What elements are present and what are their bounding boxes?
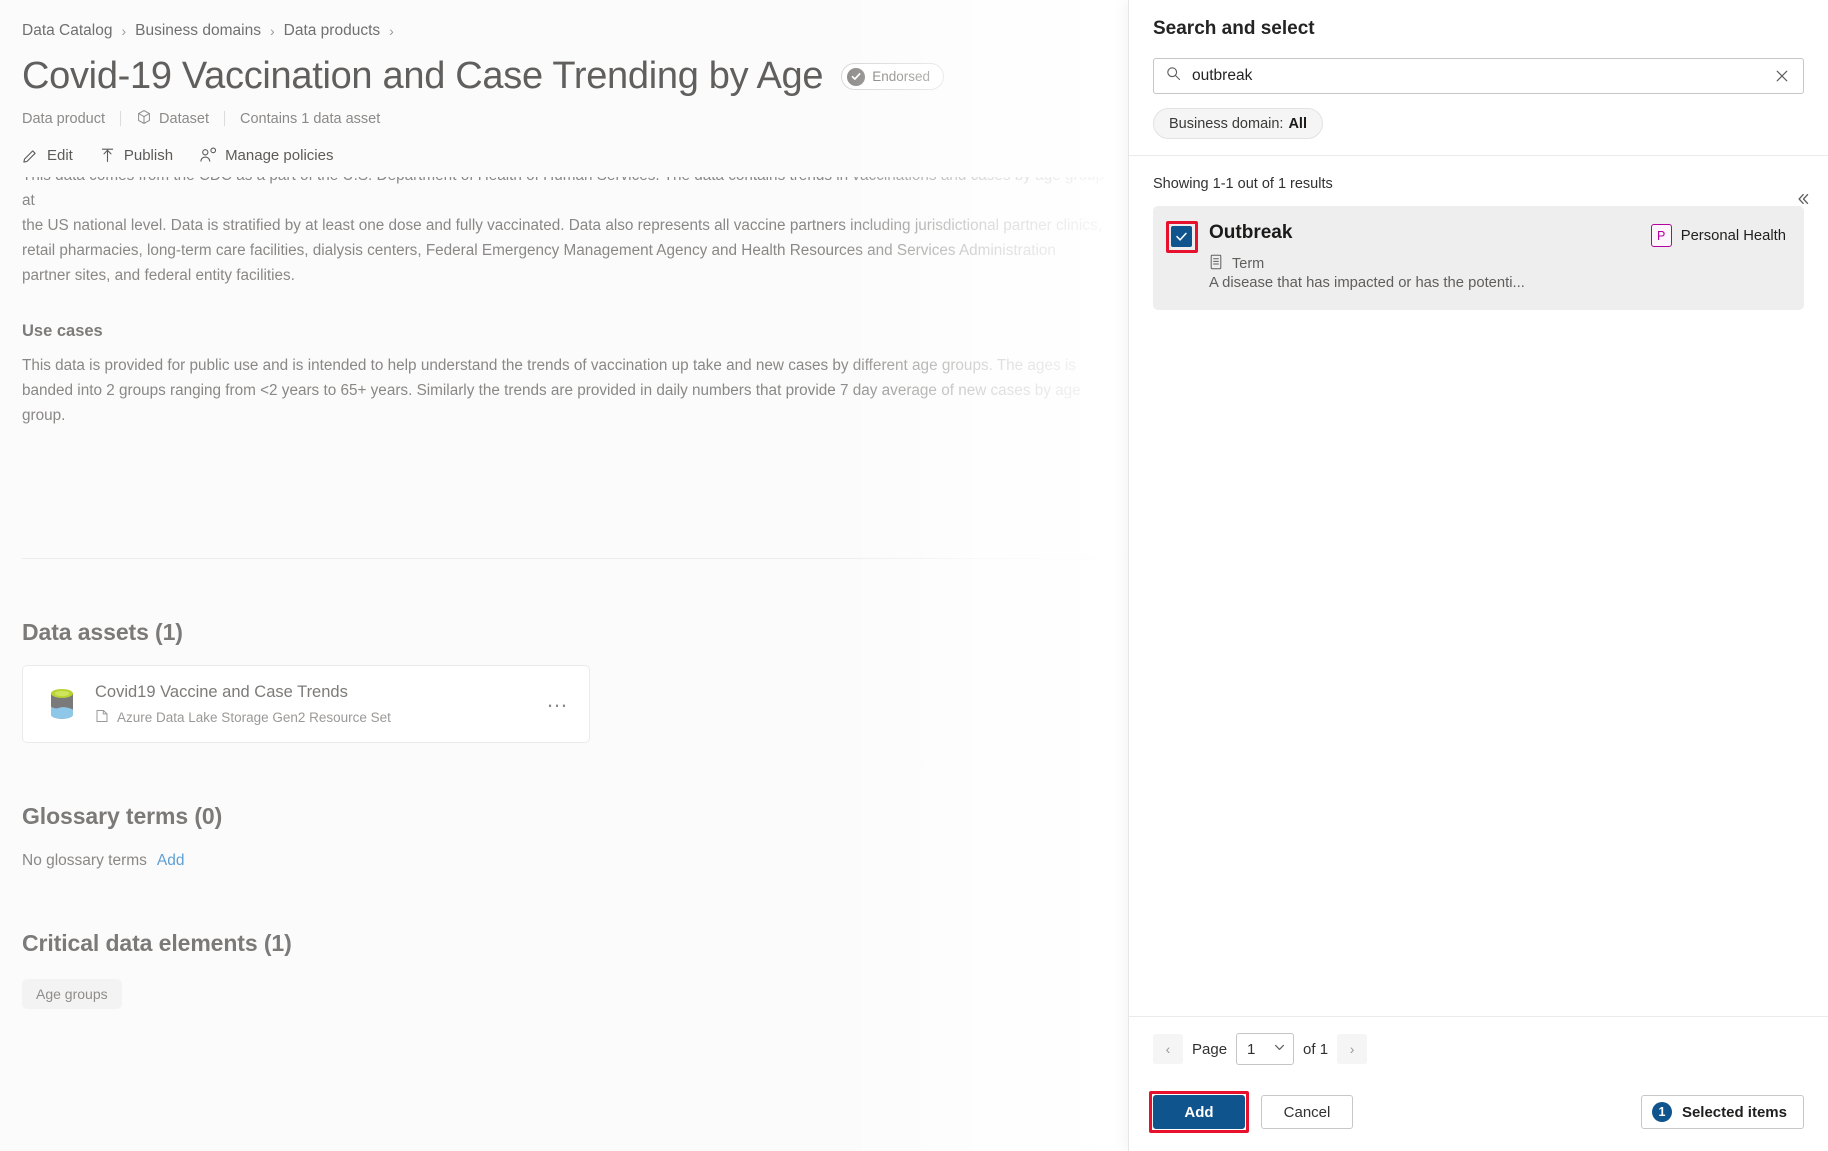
selected-count-badge: 1 (1651, 1102, 1672, 1122)
app-root: Data Catalog › Business domains › Data p… (0, 0, 1828, 1151)
meta-type-label: Dataset (159, 110, 210, 127)
publish-label: Publish (123, 146, 174, 164)
add-button-wrap: Add (1149, 1091, 1249, 1133)
command-bar: Edit Publish Manage policies (22, 147, 1106, 173)
previous-page-button[interactable]: ‹ (1153, 1034, 1183, 1064)
edit-button[interactable]: Edit (22, 147, 73, 164)
cancel-button[interactable]: Cancel (1261, 1095, 1353, 1129)
meta-kind: Data product (22, 111, 120, 127)
search-result-body: Outbreak P Personal Health Term A diseas… (1209, 222, 1786, 292)
search-result-description: A disease that has impacted or has the p… (1209, 275, 1525, 291)
domain-name-label: Personal Health (1680, 227, 1786, 244)
search-and-select-panel: Search and select Business domain: All S… (1128, 0, 1828, 1151)
critical-data-element-chip[interactable]: Age groups (22, 978, 122, 1009)
domain-initial-icon: P (1650, 224, 1672, 247)
panel-footer: ‹ Page 1 of 1 › Add Cancel 1 Selected it… (1129, 1016, 1828, 1151)
search-input[interactable] (1192, 67, 1771, 85)
search-box[interactable] (1153, 58, 1804, 94)
manage-policies-label: Manage policies (225, 146, 334, 164)
glossary-terms-heading: Glossary terms (0) (22, 802, 223, 829)
data-asset-source: Azure Data Lake Storage Gen2 Resource Se… (95, 709, 546, 726)
data-product-page: Data Catalog › Business domains › Data p… (0, 0, 1128, 1151)
endorsed-label: Endorsed (872, 69, 930, 85)
result-checkbox-wrap[interactable] (1166, 221, 1198, 253)
page-number-value: 1 (1247, 1040, 1256, 1058)
breadcrumb-separator-icon: › (389, 23, 394, 39)
data-asset-source-label: Azure Data Lake Storage Gen2 Resource Se… (117, 710, 391, 726)
breadcrumb-item-business-domains[interactable]: Business domains (135, 22, 261, 40)
selected-items-label: Selected items (1681, 1103, 1787, 1121)
page-meta: Data product Dataset Contains 1 data ass… (22, 109, 1106, 129)
result-domain-tag: P Personal Health (1650, 224, 1786, 247)
data-asset-body: Covid19 Vaccine and Case Trends Azure Da… (95, 682, 546, 726)
add-glossary-term-link[interactable]: Add (157, 852, 185, 870)
search-icon (1166, 66, 1181, 86)
page-number-select[interactable]: 1 (1236, 1033, 1295, 1065)
meta-kind-label: Data product (22, 110, 106, 127)
panel-header: Search and select Business domain: All (1129, 0, 1828, 155)
use-cases-text: This data is provided for public use and… (22, 356, 1081, 424)
page-label: Page (1192, 1040, 1228, 1058)
chevron-double-left-icon[interactable] (1792, 188, 1814, 210)
critical-data-elements-heading: Critical data elements (1) (22, 929, 292, 956)
pagination: ‹ Page 1 of 1 › (1129, 1016, 1828, 1081)
selected-items-button[interactable]: 1 Selected items (1640, 1095, 1804, 1129)
business-domain-filter-label: Business domain: (1169, 115, 1284, 132)
meta-assets: Contains 1 data asset (225, 111, 395, 127)
chevron-down-icon (1273, 1041, 1286, 1058)
title-row: Covid-19 Vaccination and Case Trending b… (22, 55, 1106, 98)
status-badge-endorsed[interactable]: Endorsed (841, 63, 944, 91)
use-cases-heading: Use cases (22, 321, 103, 340)
glossary-empty-label: No glossary terms (22, 851, 147, 869)
action-bar: Add Cancel 1 Selected items (1129, 1081, 1828, 1151)
resource-set-icon (95, 709, 109, 726)
breadcrumb-item-data-products[interactable]: Data products (284, 22, 381, 40)
data-asset-card[interactable]: Covid19 Vaccine and Case Trends Azure Da… (22, 664, 590, 743)
panel-body: Showing 1-1 out of 1 results Outbreak P … (1129, 156, 1828, 1016)
data-lake-storage-icon (45, 686, 79, 722)
cube-icon (136, 109, 152, 129)
description-clipped-line: This data comes from the CDC as a part o… (22, 177, 1106, 213)
description-section: This data comes from the CDC as a part o… (22, 177, 1106, 428)
panel-title: Search and select (1153, 18, 1315, 39)
search-result-item[interactable]: Outbreak P Personal Health Term A diseas… (1153, 206, 1804, 310)
data-asset-more-button[interactable]: … (546, 688, 570, 712)
page-title: Covid-19 Vaccination and Case Trending b… (22, 55, 824, 97)
data-asset-name: Covid19 Vaccine and Case Trends (95, 682, 348, 701)
search-result-type-label: Term (1232, 256, 1265, 272)
page-total-label: of 1 (1303, 1040, 1329, 1058)
term-document-icon (1209, 254, 1223, 274)
edit-label: Edit (47, 146, 73, 164)
search-result-name: Outbreak (1209, 222, 1293, 243)
breadcrumb: Data Catalog › Business domains › Data p… (22, 0, 1106, 40)
filter-row: Business domain: All (1153, 108, 1804, 155)
breadcrumb-separator-icon: › (269, 23, 275, 39)
breadcrumb-item-data-catalog[interactable]: Data Catalog (22, 22, 112, 40)
manage-policies-button[interactable]: Manage policies (199, 147, 333, 164)
breadcrumb-separator-icon: › (121, 23, 127, 39)
glossary-terms-empty: No glossary terms Add (22, 852, 1106, 870)
upload-arrow-icon (99, 147, 116, 164)
data-assets-heading: Data assets (1) (22, 618, 183, 645)
search-result-type: Term (1209, 254, 1786, 274)
business-domain-filter-value: All (1288, 115, 1307, 132)
search-result-top-row: Outbreak P Personal Health (1209, 222, 1786, 247)
description-paragraph: the US national level. Data is stratifie… (22, 216, 1102, 284)
result-checkbox[interactable] (1171, 226, 1192, 247)
close-icon[interactable] (1771, 65, 1793, 87)
meta-assets-label: Contains 1 data asset (240, 110, 381, 127)
meta-type: Dataset (121, 109, 224, 129)
pencil-icon (22, 147, 39, 164)
description-first-line: This data comes from the CDC as a part o… (22, 177, 1104, 209)
business-domain-filter[interactable]: Business domain: All (1153, 108, 1323, 139)
results-count: Showing 1-1 out of 1 results (1153, 176, 1333, 192)
check-circle-icon (847, 67, 866, 86)
publish-button[interactable]: Publish (99, 147, 173, 164)
section-divider (22, 557, 1128, 559)
next-page-button[interactable]: › (1337, 1034, 1368, 1064)
add-button[interactable]: Add (1153, 1095, 1245, 1129)
person-settings-icon (199, 147, 217, 164)
